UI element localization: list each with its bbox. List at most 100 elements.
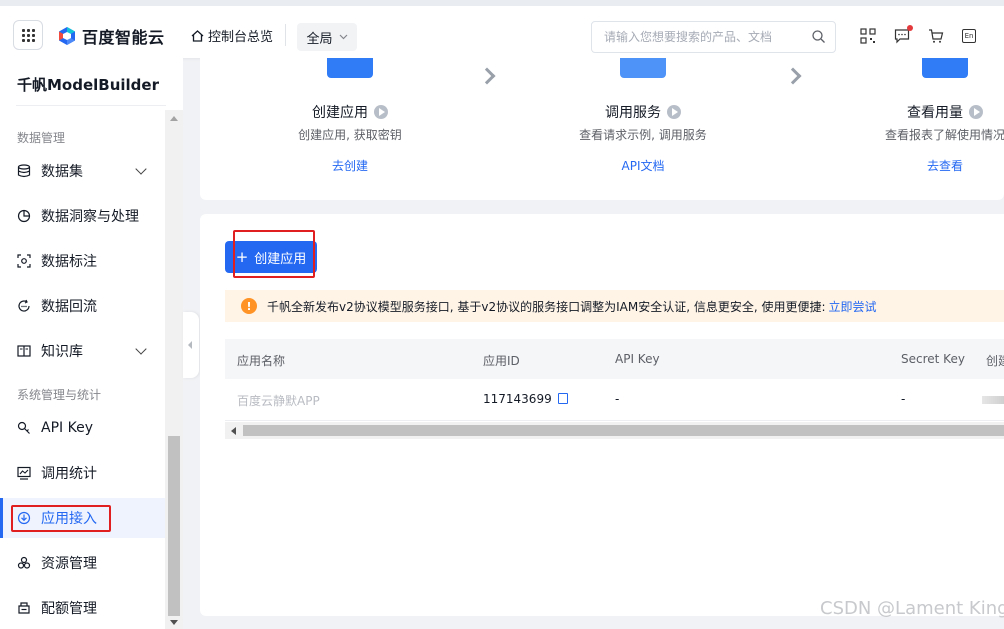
key-icon: [17, 421, 30, 434]
sidebar-collapse-toggle[interactable]: [183, 312, 199, 378]
play-icon[interactable]: [374, 105, 388, 119]
sidebar-item-label: 知识库: [41, 344, 83, 360]
scroll-up-arrow-icon[interactable]: [170, 116, 178, 121]
sidebar-scrollbar[interactable]: [165, 110, 183, 629]
refresh-icon: [18, 299, 30, 312]
scroll-down-arrow-icon[interactable]: [170, 620, 178, 625]
grid-icon: [21, 28, 35, 42]
download-circle-icon: [17, 511, 31, 525]
sidebar-item-label: 资源管理: [41, 556, 97, 572]
region-label: 全局: [306, 31, 333, 47]
sidebar-item-dataset[interactable]: 数据集: [0, 151, 165, 191]
app-list-card: + 创建应用 ! 千帆全新发布v2协议模型服务接口, 基于v2协议的服务接口调整…: [200, 214, 1004, 616]
sidebar-divider: [16, 105, 166, 106]
view-usage-illustration-icon: [922, 58, 968, 78]
console-overview-label: 控制台总览: [208, 30, 274, 45]
scroll-left-arrow-icon[interactable]: [231, 427, 236, 435]
chevron-down-icon: [339, 34, 347, 40]
go-create-link[interactable]: 去创建: [240, 157, 460, 174]
language-switch[interactable]: En: [962, 29, 976, 43]
sidebar-item-label: 数据标注: [41, 254, 97, 270]
sidebar-item-data-insight[interactable]: 数据洞察与处理: [0, 196, 165, 236]
chevron-down-icon: [135, 163, 147, 175]
column-created: 创建: [986, 354, 1004, 368]
column-app-name: 应用名称: [237, 354, 286, 368]
go-view-link[interactable]: 去查看: [835, 157, 1004, 174]
book-icon: [17, 345, 31, 357]
sidebar-group-data: 数据管理: [17, 131, 66, 145]
brand-logo[interactable]: 百度智能云: [58, 24, 165, 48]
sidebar-item-label: 应用接入: [41, 511, 97, 527]
language-label: En: [964, 32, 974, 40]
sidebar-item-label: API Key: [41, 420, 93, 436]
console-overview-link[interactable]: 控制台总览: [191, 26, 273, 45]
secret-key-cell: -: [901, 392, 906, 406]
sidebar-item-quota-management[interactable]: 配额管理: [0, 588, 165, 628]
sidebar-item-call-stats[interactable]: 调用统计: [0, 453, 165, 493]
v2-protocol-notice: ! 千帆全新发布v2协议模型服务接口, 基于v2协议的服务接口调整为IAM安全认…: [225, 290, 1004, 322]
sidebar-group-system: 系统管理与统计: [17, 388, 102, 402]
table-row[interactable]: 百度云静默APP 117143699 - -: [225, 379, 1004, 421]
sidebar-item-label: 配额管理: [41, 601, 97, 617]
play-icon[interactable]: [667, 105, 681, 119]
brand-name: 百度智能云: [82, 28, 165, 47]
search-input[interactable]: [604, 28, 804, 46]
sidebar-item-data-reflow[interactable]: 数据回流: [0, 286, 165, 326]
sidebar-item-api-key[interactable]: API Key: [0, 408, 165, 448]
app-grid-button[interactable]: [13, 20, 43, 50]
sidebar-item-app-access[interactable]: 应用接入: [0, 498, 165, 538]
column-secret-key: Secret Key: [901, 352, 965, 366]
create-app-button[interactable]: + 创建应用: [225, 241, 317, 273]
quota-icon: [18, 602, 30, 614]
database-icon: [17, 164, 31, 178]
resource-icon: [17, 556, 31, 569]
pie-chart-icon: [17, 209, 31, 223]
top-navigation-bar: 百度智能云 控制台总览 全局 请输入您想要搜索的产品、文档 En: [0, 0, 1004, 58]
step-arrow-icon: [478, 67, 496, 85]
plus-icon: +: [235, 247, 249, 266]
cart-icon[interactable]: [928, 28, 944, 44]
app-id-value: 117143699: [483, 392, 552, 406]
baidu-cloud-logo-icon: [59, 27, 75, 45]
create-app-illustration-icon: [327, 58, 373, 78]
notice-text: 千帆全新发布v2协议模型服务接口, 基于v2协议的服务接口调整为IAM安全认证,…: [267, 299, 826, 314]
chevron-left-icon: [188, 341, 192, 349]
step-title: 调用服务: [605, 105, 661, 121]
step-title: 查看用量: [907, 105, 963, 121]
sidebar-item-label: 数据洞察与处理: [41, 209, 139, 225]
message-button[interactable]: [894, 25, 913, 44]
sidebar-title: 千帆ModelBuilder: [17, 76, 159, 94]
chevron-down-icon: [135, 343, 147, 355]
sidebar-item-resource-management[interactable]: 资源管理: [0, 543, 165, 583]
step-description: 查看报表了解使用情况: [884, 128, 1004, 142]
sidebar-item-label: 数据集: [41, 164, 83, 180]
table-header: 应用名称 应用ID API Key Secret Key 创建: [225, 339, 1004, 379]
column-api-key: API Key: [615, 352, 660, 366]
sidebar-item-label: 调用统计: [41, 466, 97, 482]
step-description: 创建应用, 获取密钥: [298, 128, 402, 142]
step-title: 创建应用: [312, 105, 368, 121]
sidebar-item-knowledge-base[interactable]: 知识库: [0, 331, 165, 371]
play-icon[interactable]: [969, 105, 983, 119]
scan-icon: [17, 254, 31, 268]
watermark: CSDN @Lament King: [820, 598, 1004, 619]
scrollbar-thumb[interactable]: [243, 425, 1004, 436]
column-app-id: 应用ID: [483, 354, 520, 368]
region-select[interactable]: 全局: [297, 23, 357, 51]
table-horizontal-scrollbar[interactable]: [225, 422, 1004, 439]
sidebar: 千帆ModelBuilder 数据管理 数据集 数据洞察与处理 数据标注 数据回…: [0, 58, 183, 629]
created-time-cell: [982, 396, 1004, 404]
quickstart-steps-card: 创建应用 创建应用, 获取密钥 去创建 调用服务 查看请求示例, 调用服务 AP…: [200, 58, 1004, 200]
scrollbar-thumb[interactable]: [168, 436, 180, 616]
step-description: 查看请求示例, 调用服务: [579, 128, 707, 142]
api-docs-link[interactable]: API文档: [533, 157, 753, 174]
global-search[interactable]: [591, 21, 836, 53]
step-arrow-icon: [784, 67, 802, 85]
copy-icon[interactable]: [557, 393, 568, 404]
search-icon[interactable]: [812, 30, 825, 43]
header-divider: [285, 24, 286, 46]
try-now-link[interactable]: 立即尝试: [829, 298, 877, 315]
sidebar-item-data-annotation[interactable]: 数据标注: [0, 241, 165, 281]
warning-icon: !: [241, 298, 257, 314]
qrcode-icon[interactable]: [860, 28, 876, 44]
